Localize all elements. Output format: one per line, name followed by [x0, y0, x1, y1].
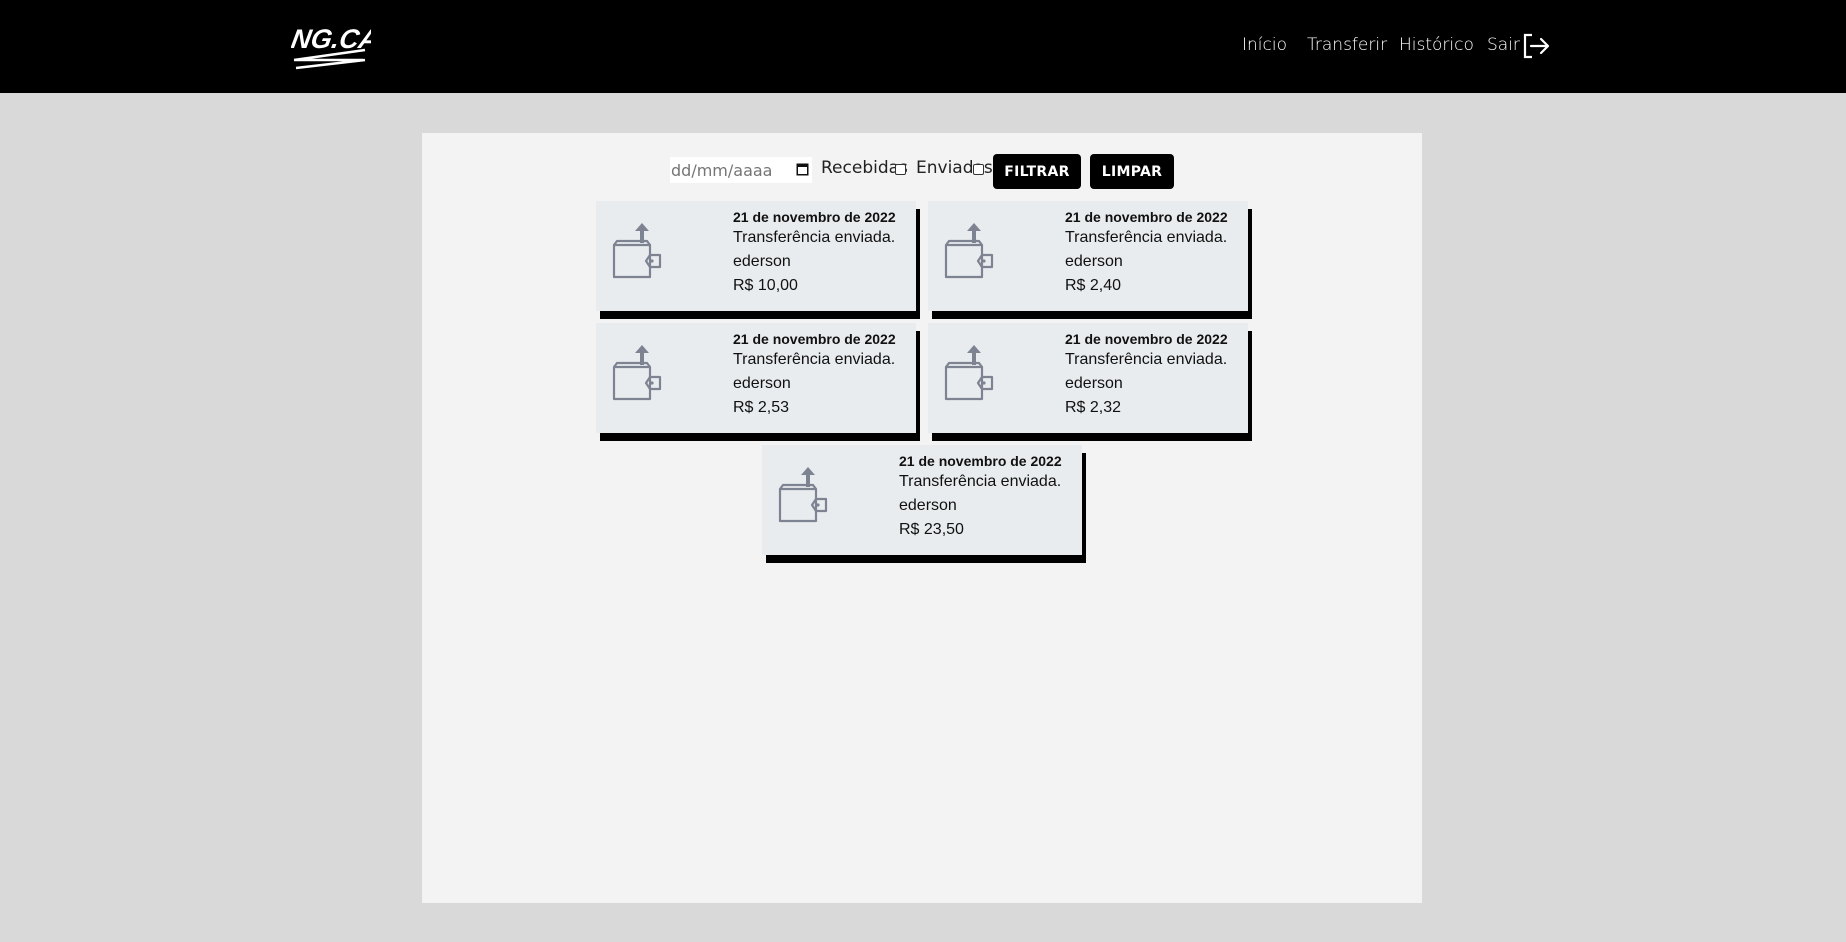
- wallet-send-icon: [944, 223, 994, 279]
- transaction-user: ederson: [1065, 375, 1123, 392]
- transaction-date: 21 de novembro de 2022: [899, 453, 1062, 469]
- transaction-amount: R$ 10,00: [733, 277, 798, 294]
- calendar-icon[interactable]: [796, 162, 809, 176]
- transaction-type: Transferência enviada.: [733, 229, 896, 246]
- filter-button[interactable]: FILTRAR: [993, 154, 1081, 189]
- transaction-card: 21 de novembro de 2022 Transferência env…: [928, 201, 1248, 311]
- transaction-date: 21 de novembro de 2022: [1065, 331, 1228, 347]
- transaction-card: 21 de novembro de 2022 Transferência env…: [596, 323, 916, 433]
- filter-bar: Recebidas Enviadas FILTRAR LIMPAR: [670, 154, 1190, 189]
- transaction-amount: R$ 2,40: [1065, 277, 1122, 294]
- wallet-send-icon: [944, 345, 994, 401]
- sent-checkbox[interactable]: [973, 164, 984, 175]
- transaction-user: ederson: [899, 497, 957, 514]
- main-nav: Início Transferir Histórico Sair: [0, 0, 1846, 93]
- transaction-amount: R$ 23,50: [899, 521, 964, 538]
- date-filter-input[interactable]: [670, 157, 812, 183]
- wallet-send-icon: [778, 467, 828, 523]
- logout-icon[interactable]: [1522, 33, 1550, 59]
- transaction-card: 21 de novembro de 2022 Transferência env…: [596, 201, 916, 311]
- transaction-type: Transferência enviada.: [899, 473, 1062, 490]
- transaction-date: 21 de novembro de 2022: [733, 209, 896, 225]
- top-navbar: NG.CA$H Início Transferir Histórico Sair: [0, 0, 1846, 93]
- transaction-date: 21 de novembro de 2022: [733, 331, 896, 347]
- transaction-user: ederson: [1065, 253, 1123, 270]
- transaction-user: ederson: [733, 253, 791, 270]
- clear-button[interactable]: LIMPAR: [1090, 154, 1174, 189]
- transaction-user: ederson: [733, 375, 791, 392]
- transaction-type: Transferência enviada.: [1065, 229, 1228, 246]
- transaction-card: 21 de novembro de 2022 Transferência env…: [928, 323, 1248, 433]
- wallet-send-icon: [612, 223, 662, 279]
- received-checkbox[interactable]: [895, 164, 906, 175]
- transaction-type: Transferência enviada.: [1065, 351, 1228, 368]
- transaction-amount: R$ 2,32: [1065, 399, 1122, 416]
- transaction-date: 21 de novembro de 2022: [1065, 209, 1228, 225]
- nav-historico[interactable]: Histórico: [1399, 35, 1474, 55]
- nav-inicio[interactable]: Início: [1242, 35, 1287, 55]
- nav-transferir[interactable]: Transferir: [1307, 35, 1387, 55]
- transaction-amount: R$ 2,53: [733, 399, 790, 416]
- nav-sair[interactable]: Sair: [1487, 35, 1520, 55]
- transaction-type: Transferência enviada.: [733, 351, 896, 368]
- wallet-send-icon: [612, 345, 662, 401]
- transaction-card: 21 de novembro de 2022 Transferência env…: [762, 445, 1082, 555]
